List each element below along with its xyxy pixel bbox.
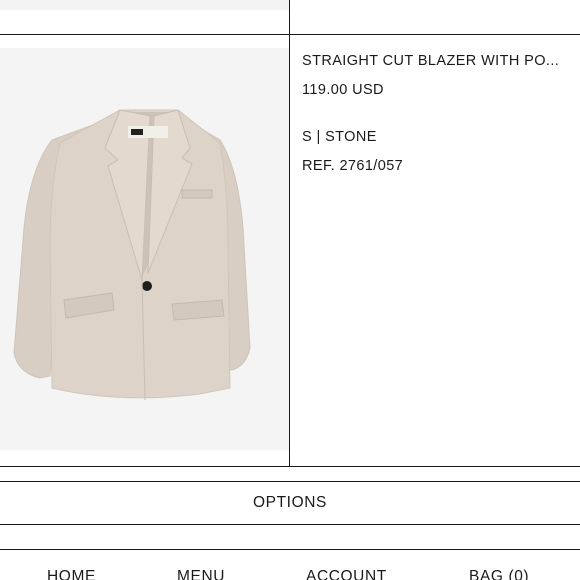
product-row-divider	[289, 34, 290, 466]
previous-item-divider	[289, 0, 290, 34]
nav-menu[interactable]: MENU	[177, 568, 225, 580]
nav-home[interactable]: HOME	[47, 568, 96, 580]
product-image[interactable]	[0, 48, 289, 450]
previous-item-photo[interactable]	[0, 0, 289, 10]
options-button[interactable]: OPTIONS	[0, 482, 580, 524]
product-price: 119.00 USD	[302, 82, 384, 98]
product-reference: REF. 2761/057	[302, 158, 404, 174]
nav-account[interactable]: ACCOUNT	[306, 568, 387, 580]
row-divider-bottom	[0, 466, 580, 467]
product-variant: S | STONE	[302, 129, 377, 145]
product-name[interactable]: STRAIGHT CUT BLAZER WITH PO...	[302, 52, 570, 70]
blazer-illustration	[13, 109, 251, 401]
options-bottom-border	[0, 524, 580, 525]
nav-bag[interactable]: BAG (0)	[469, 568, 529, 580]
row-divider-top	[0, 34, 580, 35]
bottom-nav-border	[0, 549, 580, 550]
options-label: OPTIONS	[253, 494, 327, 511]
bottom-nav: HOME MENU ACCOUNT BAG (0)	[0, 566, 580, 580]
